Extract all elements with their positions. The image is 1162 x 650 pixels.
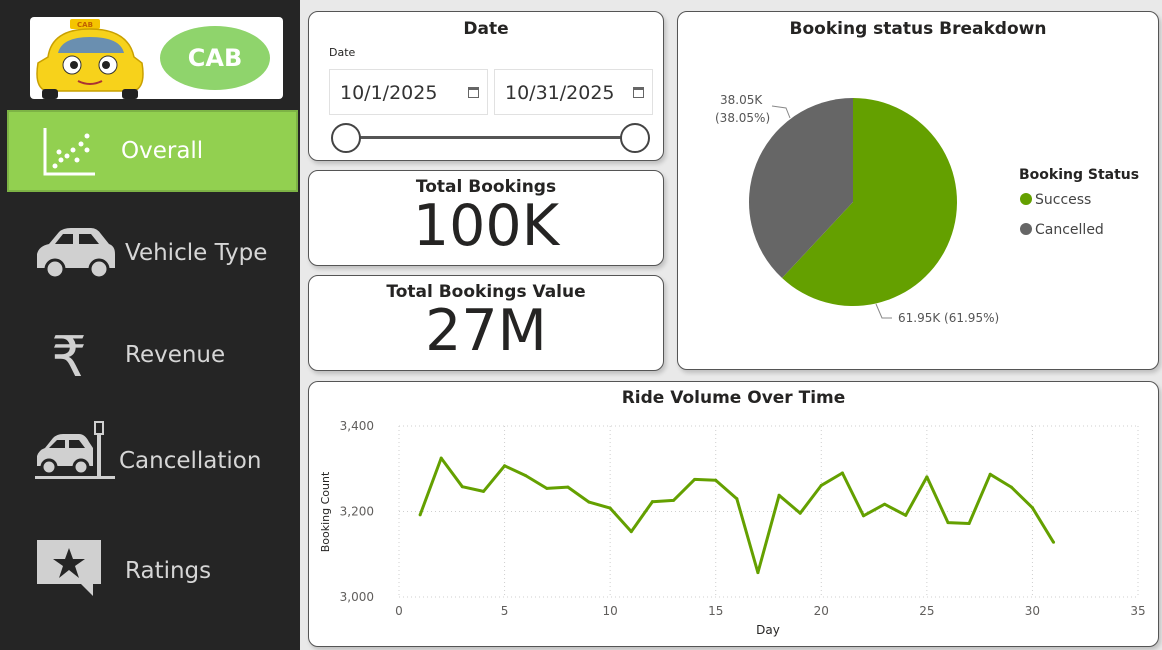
- data-point: [566, 485, 570, 489]
- data-point: [545, 486, 549, 490]
- data-point: [946, 521, 950, 525]
- nav-item-ratings[interactable]: Ratings: [7, 530, 298, 612]
- date-field-label: Date: [329, 46, 356, 59]
- x-tick-label: 20: [814, 604, 829, 618]
- x-tick-label: 35: [1130, 604, 1145, 618]
- end-date-input[interactable]: 10/31/2025: [494, 69, 653, 115]
- nav-label-vehicle-type: Vehicle Type: [125, 240, 268, 266]
- kpi-value-total-bookings: 100K: [412, 193, 560, 259]
- date-range-track[interactable]: [347, 136, 635, 139]
- data-point: [904, 513, 908, 517]
- date-card-title: Date: [463, 19, 509, 39]
- y-axis-label: Booking Count: [319, 471, 332, 552]
- x-tick-label: 5: [501, 604, 509, 618]
- legend-title: Booking Status: [1019, 167, 1139, 183]
- data-point: [1030, 506, 1034, 510]
- data-point: [460, 485, 464, 489]
- nav-item-cancellation[interactable]: Cancellation: [7, 420, 298, 502]
- range-end-handle[interactable]: [620, 123, 650, 153]
- data-point: [671, 498, 675, 502]
- data-point: [819, 483, 823, 487]
- data-point: [439, 456, 443, 460]
- logo: CAB CAB: [30, 17, 283, 99]
- legend-label-cancelled[interactable]: Cancelled: [1035, 222, 1104, 238]
- nav-label-revenue: Revenue: [125, 342, 226, 368]
- data-point: [524, 474, 528, 478]
- data-point: [650, 500, 654, 504]
- data-point: [1052, 540, 1056, 544]
- data-point: [693, 477, 697, 481]
- total-bookings-card: Total Bookings 100K: [308, 170, 664, 266]
- nav-label-cancellation: Cancellation: [119, 448, 262, 474]
- pie-chart: 38.05K (38.05%) 61.95K (61.95%) Booking …: [715, 93, 1139, 325]
- car-icon: [37, 228, 115, 280]
- data-point: [629, 530, 633, 534]
- x-axis-label: Day: [756, 623, 780, 637]
- start-date-value: 10/1/2025: [340, 82, 438, 104]
- calendar-icon[interactable]: [468, 87, 479, 98]
- ride-volume-line-card: Ride Volume Over Time 3,000 3,200 3,400 05…: [308, 381, 1159, 647]
- data-point: [587, 500, 591, 504]
- nav-label-overall: Overall: [121, 138, 204, 164]
- legend-marker-cancelled: [1020, 223, 1032, 235]
- x-tick-label: 0: [395, 604, 403, 618]
- data-point: [798, 511, 802, 515]
- nav-label-ratings: Ratings: [125, 558, 212, 584]
- data-point: [925, 475, 929, 479]
- scatter-chart-icon: [43, 128, 95, 176]
- y-tick-label: 3,200: [340, 505, 374, 519]
- star-comment-icon: [37, 540, 101, 596]
- data-point: [481, 489, 485, 493]
- pie-label-success: 61.95K (61.95%): [898, 311, 999, 325]
- data-point: [756, 571, 760, 575]
- nav-item-revenue[interactable]: ₹ Revenue: [7, 314, 298, 396]
- x-tick-label: 30: [1025, 604, 1040, 618]
- range-start-handle[interactable]: [331, 123, 361, 153]
- series-line-booking-count: [418, 456, 1055, 575]
- nav-item-vehicle-type[interactable]: Vehicle Type: [7, 212, 298, 294]
- svg-text:₹: ₹: [51, 325, 87, 384]
- line-chart: 3,000 3,200 3,400 0 5 10 15 20 25 30 35 Day Booki…: [319, 419, 1146, 637]
- x-tick-label: 15: [708, 604, 723, 618]
- data-point: [988, 472, 992, 476]
- cab-badge-text: CAB: [187, 44, 243, 72]
- data-point: [967, 521, 971, 525]
- data-point: [714, 478, 718, 482]
- legend-label-success[interactable]: Success: [1035, 192, 1091, 208]
- data-point: [840, 471, 844, 475]
- rupee-icon: ₹: [51, 325, 87, 384]
- kpi-value-total-bookings-value: 27M: [425, 298, 547, 364]
- y-tick-label: 3,400: [340, 419, 374, 433]
- nav-item-overall[interactable]: Overall: [7, 110, 298, 192]
- data-point: [503, 464, 507, 468]
- dashboard: CAB CAB Overall Vehicle Type ₹ Revenue C…: [0, 0, 1162, 650]
- data-point: [735, 497, 739, 501]
- start-date-input[interactable]: 10/1/2025: [329, 69, 488, 115]
- data-point: [777, 493, 781, 497]
- data-point: [1009, 485, 1013, 489]
- date-slicer-card: Date Date 10/1/2025 10/31/2025: [308, 11, 664, 161]
- x-tick-label: 10: [603, 604, 618, 618]
- pie-sublabel-cancelled: (38.05%): [715, 111, 770, 125]
- data-point: [608, 506, 612, 510]
- booking-status-pie-card: Booking status Breakdown 38.05K (38.05%)…: [677, 11, 1159, 370]
- end-date-value: 10/31/2025: [505, 82, 615, 104]
- cab-car-logo-icon: CAB: [36, 19, 144, 99]
- calendar-icon[interactable]: [633, 87, 644, 98]
- x-tick-label: 25: [919, 604, 934, 618]
- data-point: [883, 502, 887, 506]
- y-tick-label: 3,000: [340, 590, 374, 604]
- pie-label-cancelled: 38.05K: [720, 93, 763, 107]
- car-crash-icon: [35, 421, 115, 479]
- cab-sign-text: CAB: [77, 21, 93, 29]
- data-point: [862, 514, 866, 518]
- sidebar: CAB CAB Overall Vehicle Type ₹ Revenue C…: [0, 0, 300, 650]
- total-bookings-value-card: Total Bookings Value 27M: [308, 275, 664, 371]
- legend-marker-success: [1020, 193, 1032, 205]
- data-point: [418, 513, 422, 517]
- cab-badge: CAB: [160, 26, 270, 90]
